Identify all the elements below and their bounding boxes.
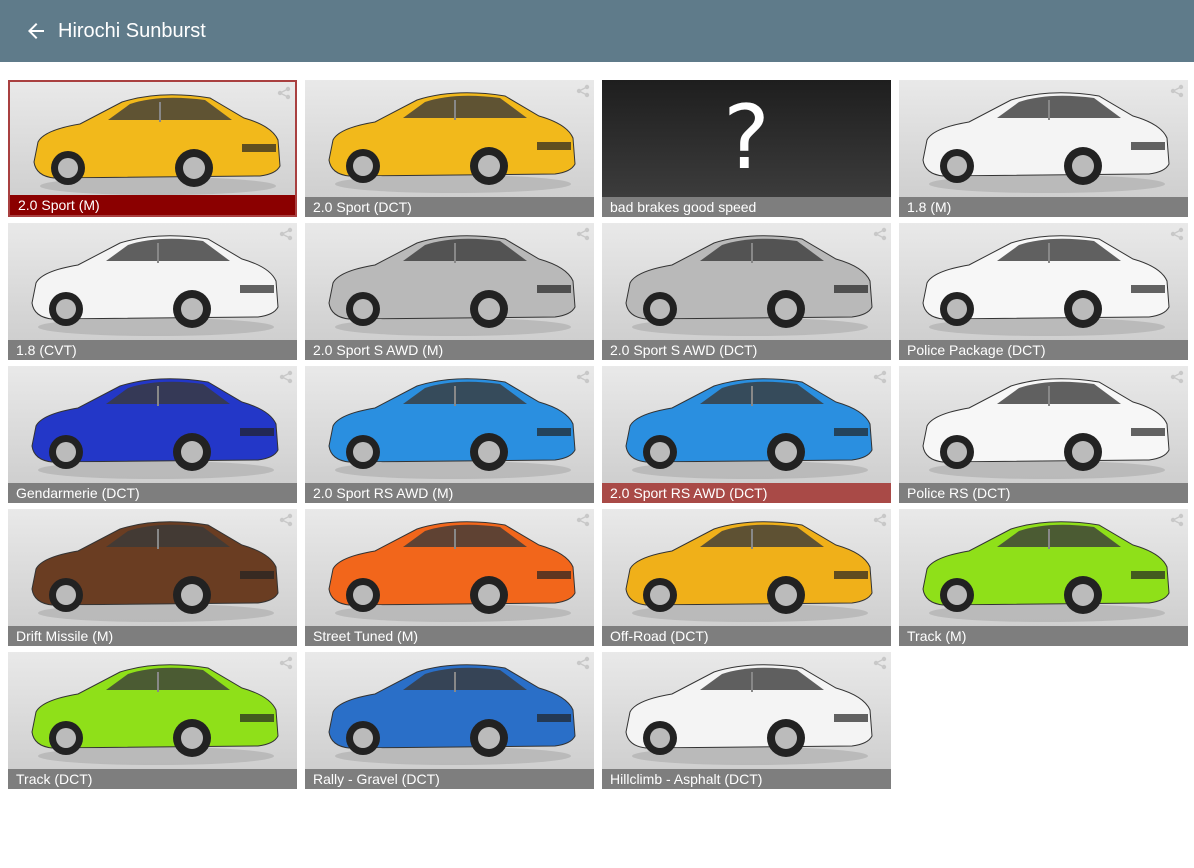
share-icon[interactable]	[873, 513, 887, 527]
app-header: Hirochi Sunburst	[0, 0, 1194, 62]
share-icon[interactable]	[279, 656, 293, 670]
config-tile-label: Rally - Gravel (DCT)	[305, 769, 594, 789]
car-preview-image	[899, 509, 1188, 626]
config-tile-label: 2.0 Sport (M)	[10, 195, 295, 215]
config-tile[interactable]: 2.0 Sport RS AWD (DCT)	[602, 366, 891, 503]
config-tile-label: 2.0 Sport RS AWD (M)	[305, 483, 594, 503]
car-preview-image	[305, 509, 594, 626]
car-preview-image	[899, 80, 1188, 197]
car-preview-image	[899, 366, 1188, 483]
config-tile[interactable]: Off-Road (DCT)	[602, 509, 891, 646]
config-tile[interactable]: Police RS (DCT)	[899, 366, 1188, 503]
config-tile-label: 2.0 Sport S AWD (M)	[305, 340, 594, 360]
car-preview-image	[602, 652, 891, 769]
config-tile-label: Track (M)	[899, 626, 1188, 646]
config-tile[interactable]: Drift Missile (M)	[8, 509, 297, 646]
config-tile[interactable]: Rally - Gravel (DCT)	[305, 652, 594, 789]
config-tile-label: 2.0 Sport (DCT)	[305, 197, 594, 217]
config-tile-label: Hillclimb - Asphalt (DCT)	[602, 769, 891, 789]
share-icon[interactable]	[576, 513, 590, 527]
config-tile-label: Track (DCT)	[8, 769, 297, 789]
car-preview-image	[602, 509, 891, 626]
config-tile[interactable]: 1.8 (CVT)	[8, 223, 297, 360]
config-tile[interactable]: ? bad brakes good speed	[602, 80, 891, 217]
config-tile[interactable]: 2.0 Sport S AWD (M)	[305, 223, 594, 360]
share-icon[interactable]	[576, 84, 590, 98]
share-icon[interactable]	[279, 370, 293, 384]
config-tile-label: Gendarmerie (DCT)	[8, 483, 297, 503]
share-icon[interactable]	[576, 656, 590, 670]
config-tile-label: Police Package (DCT)	[899, 340, 1188, 360]
share-icon[interactable]	[279, 513, 293, 527]
config-tile-label: 1.8 (CVT)	[8, 340, 297, 360]
car-preview-image	[8, 652, 297, 769]
config-tile[interactable]: 2.0 Sport (DCT)	[305, 80, 594, 217]
car-preview-image	[8, 223, 297, 340]
arrow-left-icon[interactable]	[24, 19, 48, 43]
car-preview-image	[8, 509, 297, 626]
config-tile-label: Police RS (DCT)	[899, 483, 1188, 503]
question-mark-icon: ?	[723, 86, 770, 189]
config-tile[interactable]: Hillclimb - Asphalt (DCT)	[602, 652, 891, 789]
car-preview-image	[305, 223, 594, 340]
config-tile-label: 1.8 (M)	[899, 197, 1188, 217]
car-preview-image	[602, 223, 891, 340]
share-icon[interactable]	[1170, 227, 1184, 241]
car-preview-image	[305, 652, 594, 769]
share-icon[interactable]	[277, 86, 291, 100]
config-tile[interactable]: 2.0 Sport (M)	[8, 80, 297, 217]
car-preview-image	[10, 82, 295, 199]
config-tile[interactable]: Gendarmerie (DCT)	[8, 366, 297, 503]
car-preview-image	[899, 223, 1188, 340]
config-tile[interactable]: 2.0 Sport RS AWD (M)	[305, 366, 594, 503]
share-icon[interactable]	[1170, 370, 1184, 384]
page-title: Hirochi Sunburst	[58, 20, 206, 42]
share-icon[interactable]	[873, 370, 887, 384]
config-tile-label: 2.0 Sport RS AWD (DCT)	[602, 483, 891, 503]
config-tile[interactable]: Street Tuned (M)	[305, 509, 594, 646]
config-tile[interactable]: Track (M)	[899, 509, 1188, 646]
config-tile-label: Drift Missile (M)	[8, 626, 297, 646]
config-tile-label: bad brakes good speed	[602, 197, 891, 217]
share-icon[interactable]	[873, 227, 887, 241]
share-icon[interactable]	[1170, 84, 1184, 98]
config-tile[interactable]: Police Package (DCT)	[899, 223, 1188, 360]
config-tile[interactable]: Track (DCT)	[8, 652, 297, 789]
car-preview-image	[305, 80, 594, 197]
config-tile-label: 2.0 Sport S AWD (DCT)	[602, 340, 891, 360]
share-icon[interactable]	[576, 227, 590, 241]
car-preview-image	[305, 366, 594, 483]
car-preview-image	[8, 366, 297, 483]
config-tile-label: Off-Road (DCT)	[602, 626, 891, 646]
share-icon[interactable]	[1170, 513, 1184, 527]
share-icon[interactable]	[279, 227, 293, 241]
config-tile[interactable]: 2.0 Sport S AWD (DCT)	[602, 223, 891, 360]
share-icon[interactable]	[873, 656, 887, 670]
share-icon[interactable]	[576, 370, 590, 384]
config-tile[interactable]: 1.8 (M)	[899, 80, 1188, 217]
car-preview-image	[602, 366, 891, 483]
config-tile-label: Street Tuned (M)	[305, 626, 594, 646]
